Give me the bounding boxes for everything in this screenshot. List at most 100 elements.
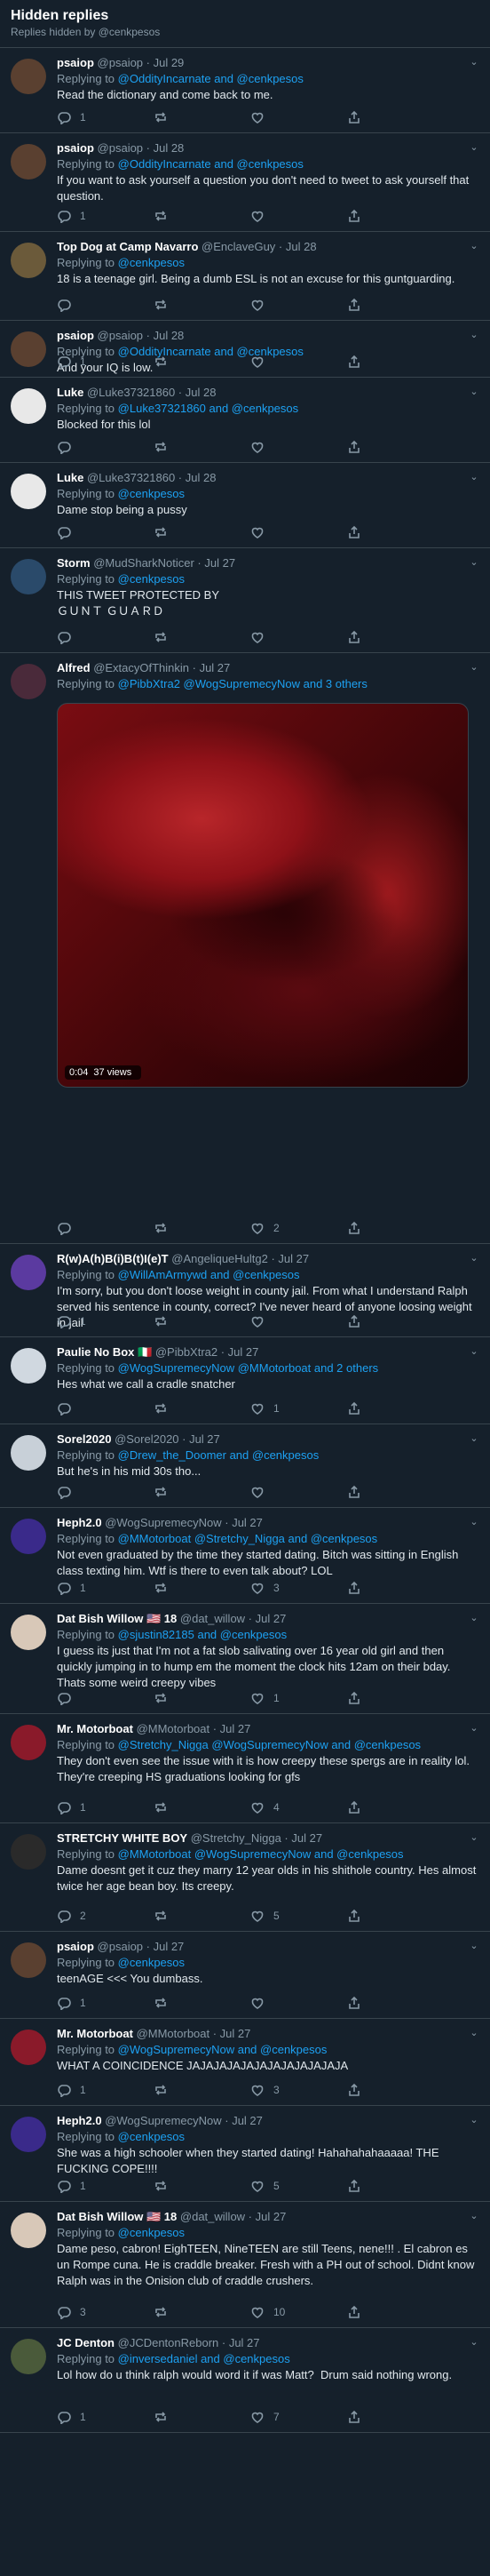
share-button[interactable] <box>347 1995 444 2011</box>
replying-to-link[interactable]: @cenkpesos <box>118 2226 185 2239</box>
replying-to-link[interactable]: @sjustin82185 and @cenkpesos <box>118 1628 287 1641</box>
display-name[interactable]: Heph2.0 <box>57 2114 102 2127</box>
handle-date[interactable]: @psaiop · Jul 27 <box>98 1940 185 1953</box>
avatar[interactable] <box>11 1615 46 1650</box>
display-name[interactable]: psaiop <box>57 141 94 155</box>
like-button[interactable] <box>250 439 347 455</box>
avatar[interactable] <box>11 2030 46 2065</box>
avatar[interactable] <box>11 1834 46 1870</box>
reply-button[interactable] <box>57 629 154 645</box>
handle-date[interactable]: @EnclaveGuy · Jul 28 <box>202 240 317 253</box>
reply-button[interactable] <box>57 1400 154 1416</box>
share-button[interactable] <box>347 1313 444 1329</box>
replying-to-link[interactable]: @PibbXtra2 @WogSupremecyNow and 3 others <box>118 677 368 690</box>
retweet-button[interactable] <box>154 2304 250 2320</box>
reply-button[interactable] <box>57 1220 154 1236</box>
reply-button[interactable]: 3 <box>57 2304 154 2320</box>
handle-date[interactable]: @Luke37321860 · Jul 28 <box>87 386 216 399</box>
avatar[interactable] <box>11 144 46 179</box>
share-button[interactable] <box>347 208 444 224</box>
like-button[interactable] <box>250 629 347 645</box>
retweet-button[interactable] <box>154 297 250 313</box>
handle-date[interactable]: @psaiop · Jul 28 <box>98 141 185 155</box>
share-button[interactable] <box>347 2304 444 2320</box>
tweet[interactable]: ⌄ Top Dog at Camp Navarro @EnclaveGuy · J… <box>0 232 490 321</box>
like-button[interactable] <box>250 109 347 125</box>
video-player[interactable]: 0:04 37 views <box>57 703 469 1088</box>
replying-to-link[interactable]: @MMotorboat @WogSupremecyNow and @cenkpe… <box>118 1847 404 1861</box>
tweet[interactable]: ⌄ Dat Bish Willow 🇺🇸 18 @dat_willow · Jul… <box>0 1604 490 1714</box>
reply-button[interactable]: 1 <box>57 1995 154 2011</box>
display-name[interactable]: Storm <box>57 556 91 570</box>
share-button[interactable] <box>347 297 444 313</box>
display-name[interactable]: Paulie No Box 🇮🇹 <box>57 1345 152 1359</box>
retweet-button[interactable] <box>154 1484 250 1500</box>
display-name[interactable]: Luke <box>57 471 83 484</box>
retweet-button[interactable] <box>154 1580 250 1596</box>
retweet-button[interactable] <box>154 1220 250 1236</box>
like-button[interactable] <box>250 297 347 313</box>
share-button[interactable] <box>347 1908 444 1924</box>
retweet-button[interactable] <box>154 208 250 224</box>
reply-button[interactable]: 1 <box>57 354 154 370</box>
avatar[interactable] <box>11 243 46 278</box>
like-button[interactable] <box>250 1484 347 1500</box>
share-button[interactable] <box>347 1400 444 1416</box>
avatar[interactable] <box>11 474 46 509</box>
retweet-button[interactable] <box>154 1799 250 1815</box>
share-button[interactable] <box>347 109 444 125</box>
handle-date[interactable]: @Luke37321860 · Jul 28 <box>87 471 216 484</box>
handle-date[interactable]: @psaiop · Jul 28 <box>98 329 185 342</box>
like-button[interactable]: 1 <box>250 1400 347 1416</box>
reply-button[interactable]: 1 <box>57 208 154 224</box>
replying-to-link[interactable]: @Luke37321860 and @cenkpesos <box>118 402 299 415</box>
tweet[interactable]: ⌄ STRETCHY WHITE BOY @Stretchy_Nigga · Ju… <box>0 1823 490 1932</box>
display-name[interactable]: Sorel2020 <box>57 1432 111 1446</box>
retweet-button[interactable] <box>154 354 250 370</box>
retweet-button[interactable] <box>154 2178 250 2194</box>
display-name[interactable]: psaiop <box>57 56 94 69</box>
handle-date[interactable]: @Sorel2020 · Jul 27 <box>115 1432 220 1446</box>
share-button[interactable] <box>347 354 444 370</box>
replying-to-link[interactable]: @WillAmArmywd and @cenkpesos <box>118 1268 300 1281</box>
retweet-button[interactable] <box>154 1908 250 1924</box>
retweet-button[interactable] <box>154 1400 250 1416</box>
replying-to-link[interactable]: @MMotorboat @Stretchy_Nigga and @cenkpes… <box>118 1532 378 1545</box>
tweet[interactable]: ⌄ R(w)A(h)B(i)B(t)I(e)T @AngeliqueHultg2 … <box>0 1244 490 1337</box>
handle-date[interactable]: @Stretchy_Nigga · Jul 27 <box>191 1831 322 1845</box>
avatar[interactable] <box>11 664 46 699</box>
share-button[interactable] <box>347 1220 444 1236</box>
reply-button[interactable]: 1 <box>57 1580 154 1596</box>
handle-date[interactable]: @WogSupremecyNow · Jul 27 <box>105 1516 263 1529</box>
like-button[interactable]: 4 <box>250 1799 347 1815</box>
reply-button[interactable] <box>57 1484 154 1500</box>
like-button[interactable]: 10 <box>250 2304 347 2320</box>
replying-to-link[interactable]: @Stretchy_Nigga @WogSupremecyNow and @ce… <box>118 1738 421 1751</box>
handle-date[interactable]: @dat_willow · Jul 27 <box>180 1612 286 1625</box>
reply-button[interactable]: 1 <box>57 2178 154 2194</box>
tweet[interactable]: ⌄ Dat Bish Willow 🇺🇸 18 @dat_willow · Jul… <box>0 2202 490 2328</box>
tweet[interactable]: ⌄ Paulie No Box 🇮🇹 @PibbXtra2 · Jul 27 Rep… <box>0 1337 490 1424</box>
tweet[interactable]: ⌄ Luke @Luke37321860 · Jul 28 Replying to … <box>0 378 490 463</box>
handle-date[interactable]: @JCDentonReborn · Jul 27 <box>118 2336 260 2349</box>
tweet[interactable]: ⌄ Mr. Motorboat @MMotorboat · Jul 27 Reply… <box>0 1714 490 1823</box>
like-button[interactable] <box>250 1995 347 2011</box>
replying-to-link[interactable]: @Drew_the_Doomer and @cenkpesos <box>118 1448 320 1462</box>
display-name[interactable]: Luke <box>57 386 83 399</box>
retweet-button[interactable] <box>154 2082 250 2098</box>
reply-button[interactable]: 1 <box>57 1799 154 1815</box>
tweet[interactable]: ⌄ JC Denton @JCDentonReborn · Jul 27 Reply… <box>0 2328 490 2433</box>
tweet[interactable]: ⌄ Sorel2020 @Sorel2020 · Jul 27 Replying t… <box>0 1424 490 1508</box>
retweet-button[interactable] <box>154 439 250 455</box>
retweet-button[interactable] <box>154 1313 250 1329</box>
reply-button[interactable]: 2 <box>57 1908 154 1924</box>
like-button[interactable] <box>250 354 347 370</box>
display-name[interactable]: Top Dog at Camp Navarro <box>57 240 198 253</box>
avatar[interactable] <box>11 59 46 94</box>
share-button[interactable] <box>347 2178 444 2194</box>
reply-button[interactable] <box>57 439 154 455</box>
avatar[interactable] <box>11 1519 46 1554</box>
avatar[interactable] <box>11 2117 46 2152</box>
share-button[interactable] <box>347 2409 444 2425</box>
display-name[interactable]: Dat Bish Willow 🇺🇸 18 <box>57 2210 177 2223</box>
